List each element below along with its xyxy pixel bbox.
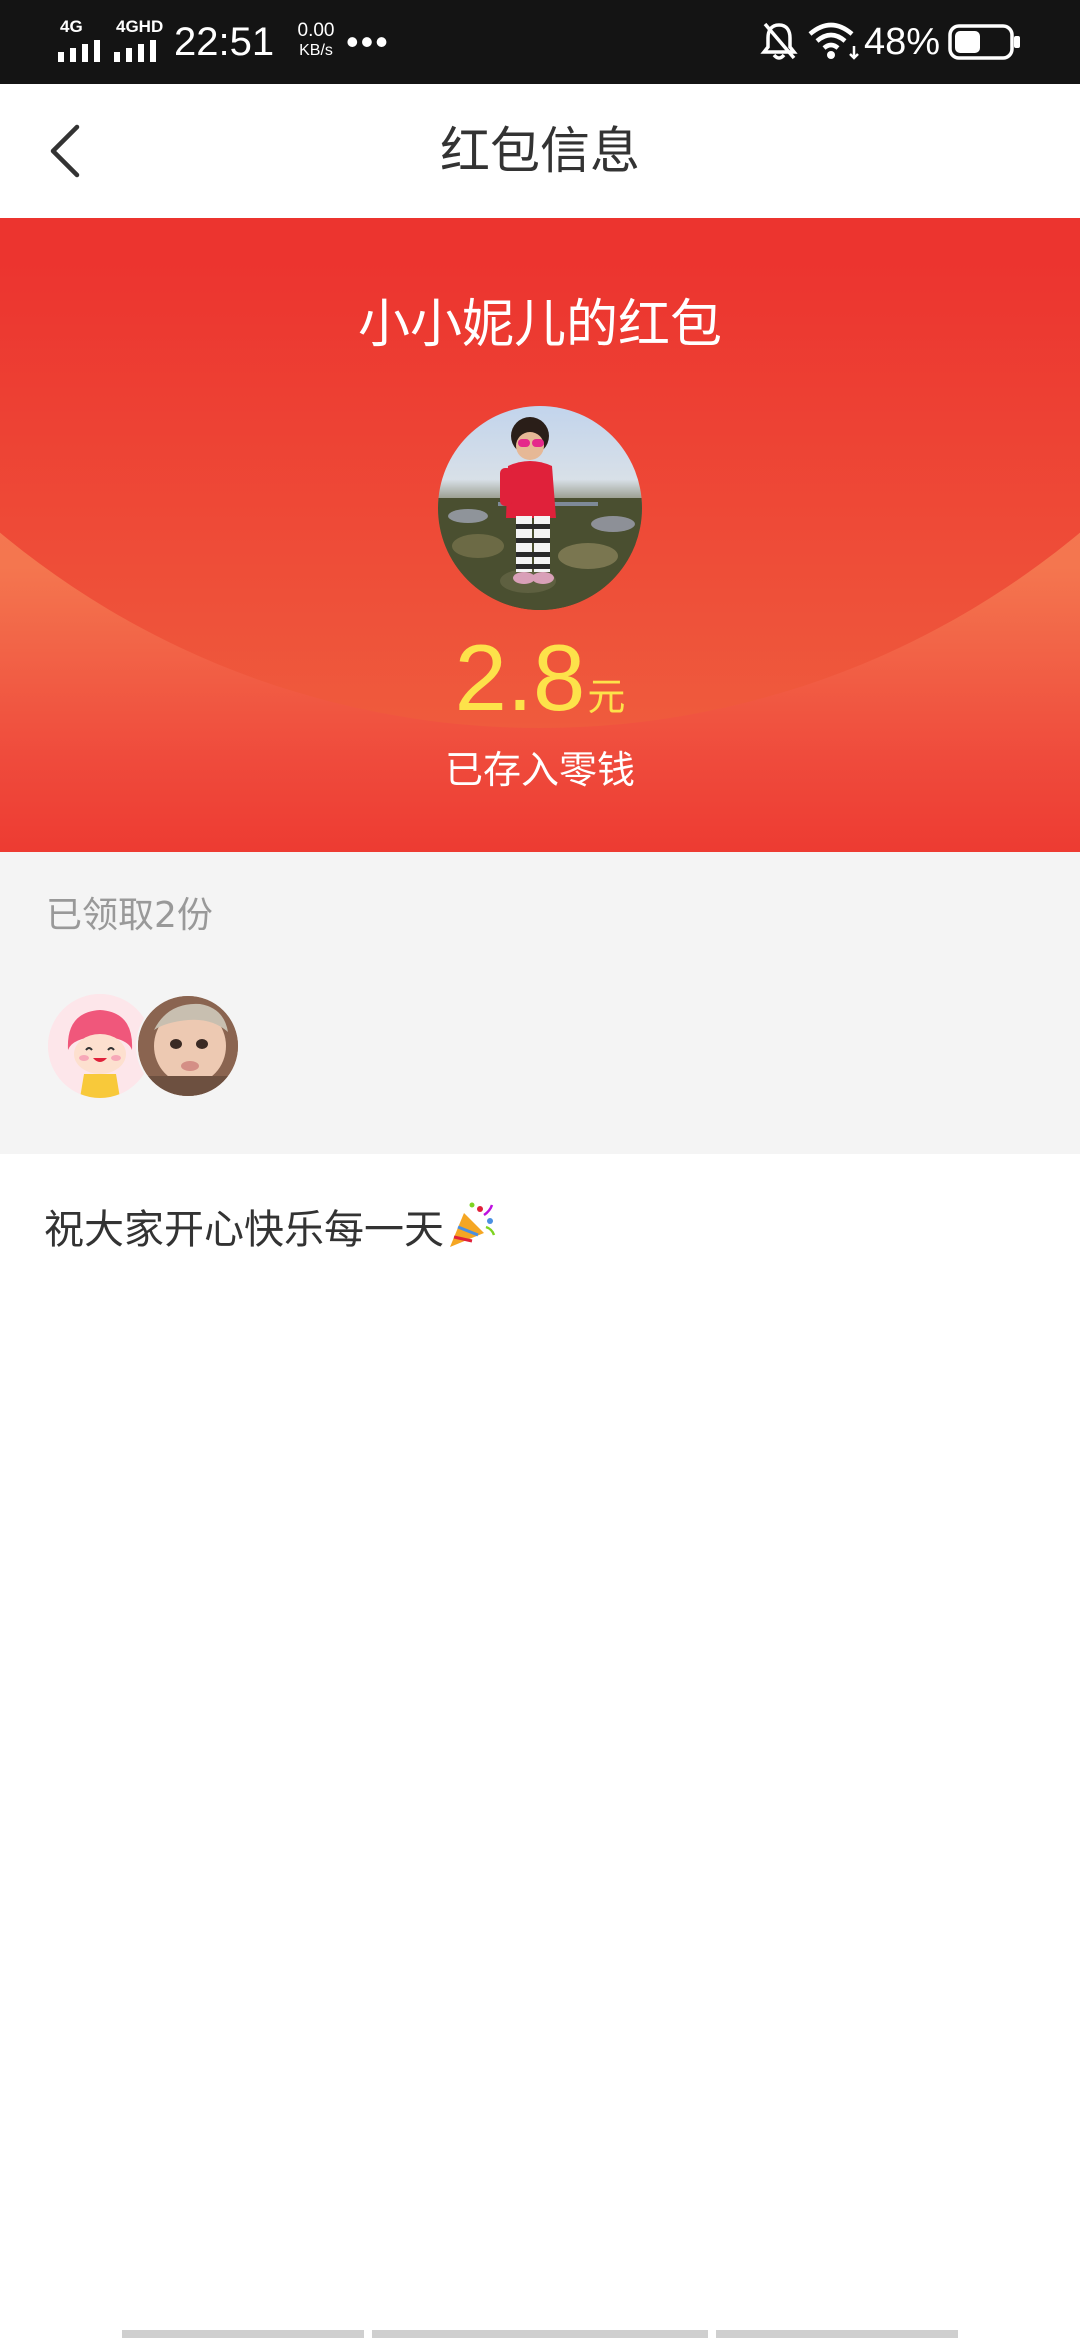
bottom-divider bbox=[122, 2330, 364, 2338]
sim2-network-label: 4GHD bbox=[116, 17, 164, 36]
network-speed-value: 0.00 bbox=[297, 20, 335, 41]
claimed-section: 已领取2份 bbox=[0, 852, 1080, 1154]
party-popper-icon bbox=[450, 1202, 496, 1247]
network-speed-unit: KB/s bbox=[299, 42, 333, 59]
amount-unit: 元 bbox=[587, 675, 626, 719]
message-text: 祝大家开心快乐每一天 bbox=[44, 1207, 444, 1253]
bottom-divider bbox=[716, 2330, 958, 2338]
page-title: 红包信息 bbox=[440, 122, 640, 180]
sim1-network-label: 4G bbox=[60, 17, 83, 36]
sender-avatar-photo bbox=[438, 417, 642, 610]
mute-bell-icon bbox=[760, 22, 798, 60]
amount-row: 2.8元 bbox=[0, 618, 1080, 738]
red-packet-message: 祝大家开心快乐每一天 bbox=[44, 1194, 496, 1266]
sim1-signal-icon: 4G bbox=[58, 18, 108, 62]
network-speed: 0.00 KB/s bbox=[288, 20, 344, 60]
sim2-signal-icon: 4GHD bbox=[114, 18, 164, 62]
battery-icon bbox=[948, 24, 1020, 60]
back-arrow-icon bbox=[50, 124, 80, 178]
clock: 22:51 bbox=[174, 20, 275, 64]
claimed-count: 已领取2份 bbox=[46, 895, 213, 936]
battery-percentage: 48% bbox=[864, 21, 941, 63]
claimer-avatar[interactable] bbox=[136, 994, 240, 1098]
red-packet-header: 小小妮儿的红包 2.8元 已存入零钱 bbox=[0, 218, 1080, 852]
bottom-divider bbox=[372, 2330, 708, 2338]
sender-title: 小小妮儿的红包 bbox=[357, 295, 722, 355]
wifi-icon bbox=[808, 22, 859, 60]
more-notifications-icon: ••• bbox=[346, 21, 390, 62]
back-button[interactable] bbox=[30, 114, 100, 188]
amount-value: 2.8 bbox=[454, 625, 586, 730]
navigation-bar: 红包信息 bbox=[0, 84, 1080, 218]
sender-avatar[interactable] bbox=[438, 406, 642, 610]
baby-photo-avatar bbox=[138, 996, 238, 1096]
deposited-to-balance-link[interactable]: 已存入零钱 bbox=[390, 742, 690, 798]
status-bar: 4G 4GHD 22:51 0.00 KB/s ••• 48% bbox=[0, 0, 1080, 84]
